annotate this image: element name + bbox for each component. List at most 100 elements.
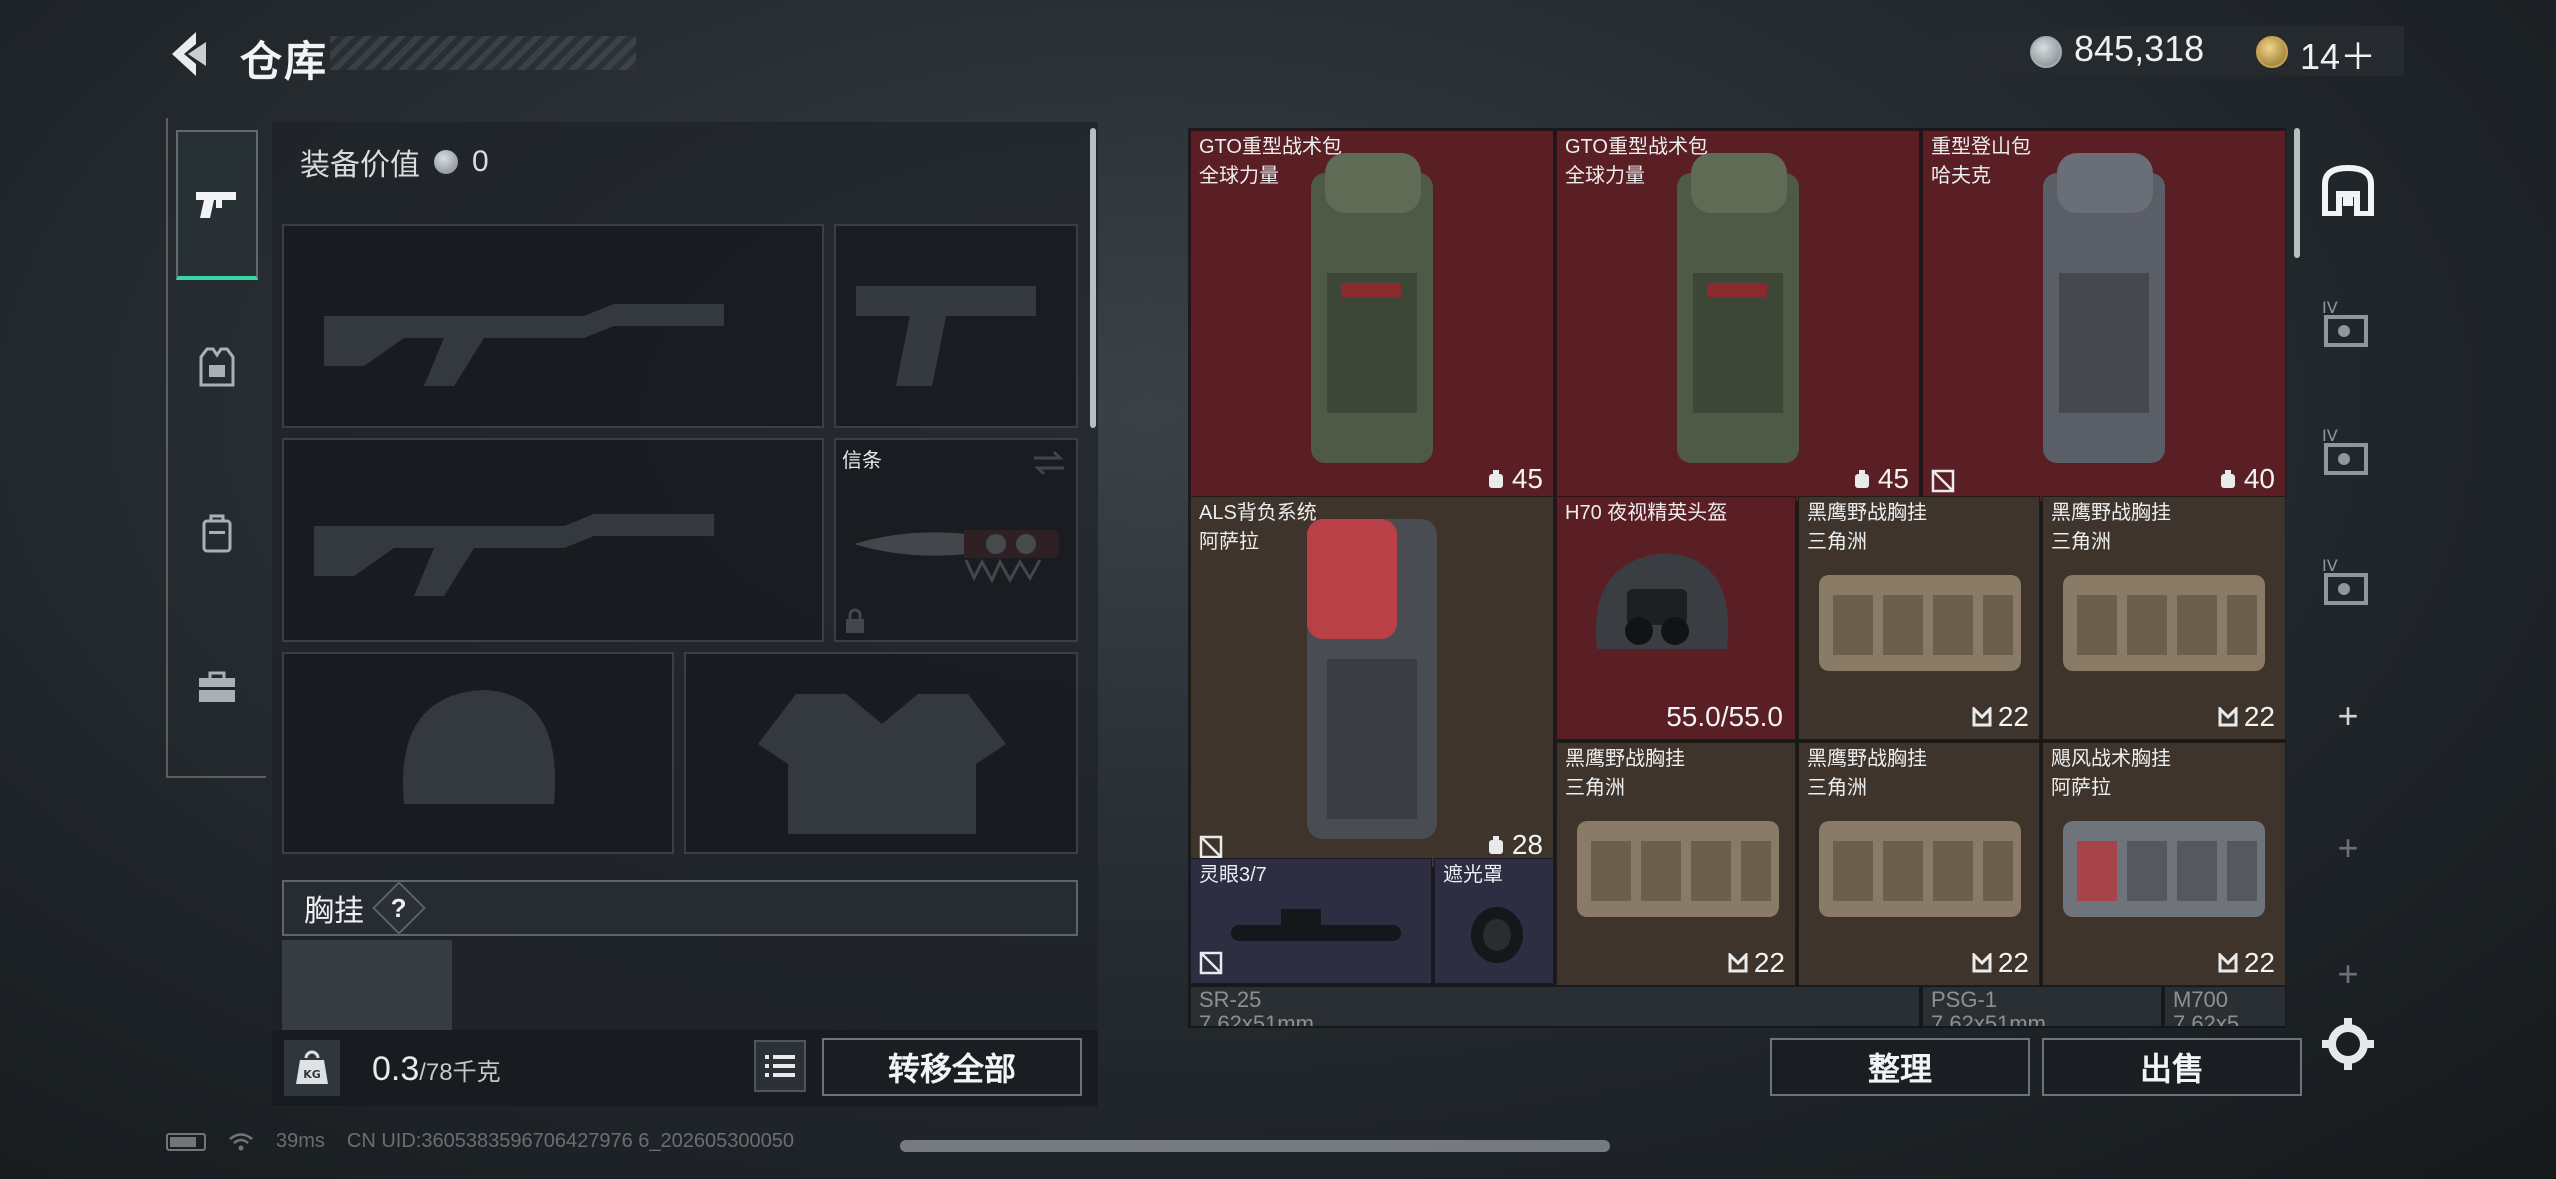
tab-stash[interactable] bbox=[2318, 160, 2378, 220]
case-icon: IV bbox=[2322, 426, 2368, 475]
gold-coin-icon bbox=[2256, 36, 2288, 68]
item-capacity: 40 bbox=[2218, 463, 2275, 495]
item-brand: 阿萨拉 bbox=[2051, 777, 2111, 799]
stash-item-backpack[interactable]: 重型登山包 哈夫克 40 bbox=[1922, 130, 2286, 502]
rifle-silhouette-icon bbox=[314, 514, 714, 596]
back-arrow-icon[interactable] bbox=[166, 28, 210, 80]
sort-button[interactable]: 整理 bbox=[1770, 1038, 2030, 1096]
melee-slot[interactable]: 信条 bbox=[834, 438, 1078, 642]
carry-weight-max: /78千克 bbox=[419, 1059, 501, 1086]
transfer-all-button[interactable]: 转移全部 bbox=[822, 1038, 1082, 1096]
item-brand: 三角洲 bbox=[1807, 777, 1867, 799]
list-view-button[interactable] bbox=[754, 1040, 806, 1092]
stash-items: GTO重型战术包 全球力量 45 GTO重型战术包 全球力量 45 重型登山包 … bbox=[1190, 130, 2286, 1026]
chest-rig-header[interactable]: 胸挂 ? bbox=[282, 880, 1078, 936]
helmet-art bbox=[1595, 553, 1729, 649]
stash-item-backpack[interactable]: GTO重型战术包 全球力量 45 bbox=[1190, 130, 1554, 502]
sell-button[interactable]: 出售 bbox=[2042, 1038, 2302, 1096]
tab-case-3[interactable]: IV bbox=[2318, 550, 2378, 610]
stash-item-chest-rig[interactable]: 黑鹰野战胸挂 三角洲 22 bbox=[2042, 496, 2286, 740]
add-tab-button[interactable]: + bbox=[2318, 686, 2378, 746]
capacity-icon bbox=[1488, 470, 1503, 488]
backpack-icon bbox=[202, 514, 232, 553]
equipment-value-label: 装备价值 bbox=[300, 149, 420, 182]
capacity-icon bbox=[1488, 836, 1503, 854]
chest-rig-art bbox=[1577, 821, 1779, 917]
backpack-art bbox=[1677, 153, 1799, 463]
chest-rig-slot[interactable] bbox=[282, 940, 452, 1030]
status-bar: 39ms CN UID:3605383596706427976 6_202605… bbox=[166, 1130, 794, 1153]
primary-weapon-slot[interactable] bbox=[282, 224, 824, 428]
item-brand: 三角洲 bbox=[1565, 777, 1625, 799]
item-brand: 全球力量 bbox=[1565, 165, 1645, 187]
no-container-icon bbox=[1199, 951, 1223, 975]
item-name: 遮光罩 bbox=[1443, 864, 1503, 886]
helmet-slot[interactable] bbox=[282, 652, 674, 854]
item-capacity: 22 bbox=[2218, 701, 2275, 733]
stash-item-chest-rig[interactable]: 飓风战术胸挂 阿萨拉 22 bbox=[2042, 742, 2286, 986]
backpack-art bbox=[2043, 153, 2165, 463]
armor-vest-icon bbox=[199, 347, 235, 387]
capacity-icon bbox=[1854, 470, 1869, 488]
chest-rig-art bbox=[1819, 575, 2021, 671]
item-name: 黑鹰野战胸挂 bbox=[1807, 502, 1927, 524]
backpack-art bbox=[1307, 519, 1437, 839]
stash-item-backpack[interactable]: GTO重型战术包 全球力量 45 bbox=[1556, 130, 1920, 502]
nav-case[interactable] bbox=[176, 612, 258, 762]
stash-item-helmet[interactable]: H70 夜视精英头盔 55.0/55.0 bbox=[1556, 496, 1796, 740]
svg-text:IV: IV bbox=[2322, 556, 2338, 575]
secondary-weapon-slot[interactable] bbox=[282, 438, 824, 642]
gold-amount[interactable]: 14＋ bbox=[2300, 28, 2376, 80]
item-capacity: 28 bbox=[1486, 829, 1543, 861]
ping-value: 39ms bbox=[276, 1130, 325, 1152]
item-durability: 55.0/55.0 bbox=[1666, 701, 1783, 732]
capacity-icon bbox=[2218, 953, 2238, 973]
stash-item-backpack[interactable]: ALS背负系统 阿萨拉 28 bbox=[1190, 496, 1554, 868]
briefcase-icon bbox=[199, 671, 235, 702]
tab-case-1[interactable]: IV bbox=[2318, 292, 2378, 352]
chest-rig-art bbox=[2063, 575, 2265, 671]
stash-item-chest-rig[interactable]: 黑鹰野战胸挂 三角洲 22 bbox=[1556, 742, 1796, 986]
silver-amount[interactable]: 845,318 bbox=[2074, 28, 2204, 70]
stash-item-rifle[interactable]: M700 7.62x5 bbox=[2164, 986, 2286, 1026]
item-name: H70 夜视精英头盔 bbox=[1565, 502, 1728, 524]
item-brand: 三角洲 bbox=[1807, 531, 1867, 553]
body-armor-slot[interactable] bbox=[684, 652, 1078, 854]
scope-art bbox=[1231, 909, 1401, 941]
nav-backpack[interactable] bbox=[176, 458, 258, 608]
title-decoration bbox=[330, 36, 636, 70]
stash-scrollbar[interactable] bbox=[2294, 128, 2300, 258]
stash-item-lens-hood[interactable]: 遮光罩 bbox=[1434, 858, 1554, 984]
item-capacity: 22 bbox=[2218, 947, 2275, 979]
capacity-icon bbox=[2220, 470, 2235, 488]
home-indicator[interactable] bbox=[900, 1140, 1610, 1152]
stash-item-chest-rig[interactable]: 黑鹰野战胸挂 三角洲 22 bbox=[1798, 742, 2040, 986]
stash-item-scope[interactable]: 灵眼3/7 bbox=[1190, 858, 1432, 984]
capacity-icon bbox=[1728, 953, 1748, 973]
stash-item-chest-rig[interactable]: 黑鹰野战胸挂 三角洲 22 bbox=[1798, 496, 2040, 740]
item-brand: 三角洲 bbox=[2051, 531, 2111, 553]
melee-label: 信条 bbox=[842, 450, 882, 472]
item-brand: 全球力量 bbox=[1199, 165, 1279, 187]
equipment-value-amount: 0 bbox=[472, 145, 489, 178]
sidearm-slot[interactable] bbox=[834, 224, 1078, 428]
pistol-icon bbox=[196, 192, 236, 218]
no-container-icon bbox=[1199, 835, 1223, 859]
nav-armor[interactable] bbox=[176, 292, 258, 442]
loadout-scrollbar[interactable] bbox=[1090, 128, 1096, 428]
helmet-silhouette-icon bbox=[403, 690, 556, 804]
nav-weapons[interactable] bbox=[176, 130, 258, 280]
svg-text:IV: IV bbox=[2322, 298, 2338, 317]
lens-hood-art bbox=[1471, 907, 1523, 963]
stash-item-rifle[interactable]: SR-25 7.62x51mm bbox=[1190, 986, 1920, 1026]
armor-silhouette-icon bbox=[758, 694, 1006, 834]
item-capacity: 22 bbox=[1972, 701, 2029, 733]
item-name: 飓风战术胸挂 bbox=[2051, 748, 2171, 770]
tab-case-2[interactable]: IV bbox=[2318, 420, 2378, 480]
weight-icon: KG bbox=[284, 1040, 340, 1096]
stash-item-rifle[interactable]: PSG-1 7.62x51mm bbox=[1922, 986, 2162, 1026]
lock-icon bbox=[846, 608, 864, 633]
gear-icon[interactable] bbox=[2318, 1014, 2378, 1074]
help-icon[interactable]: ? bbox=[372, 881, 426, 935]
swap-icon[interactable] bbox=[1032, 448, 1066, 478]
